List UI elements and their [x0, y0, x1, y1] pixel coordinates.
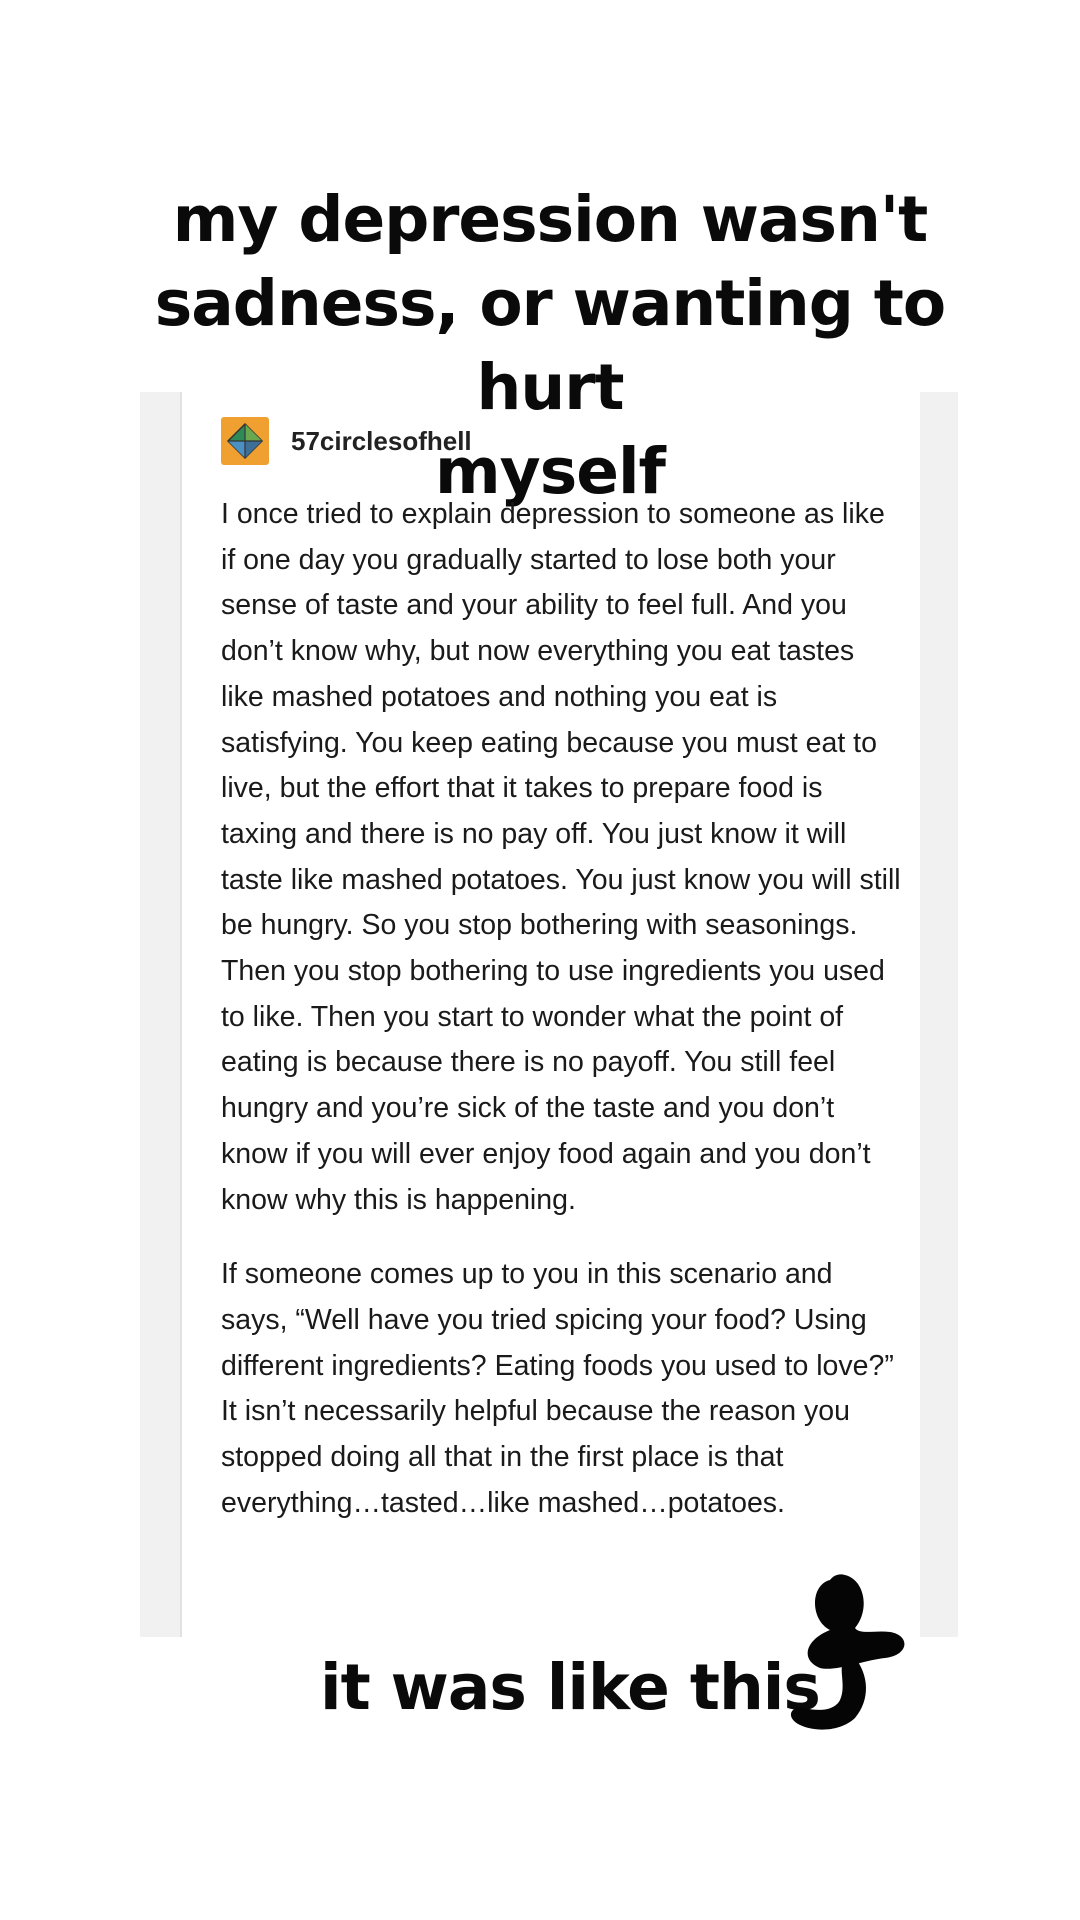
hand-drawn-arrow-icon: [790, 1574, 905, 1730]
headline-line-1: my depression wasn't: [172, 183, 929, 256]
post-body: I once tried to explain depression to so…: [221, 492, 901, 1526]
headline-line-2: sadness, or wanting to hurt: [154, 267, 946, 424]
diamond-avatar-icon[interactable]: [221, 417, 269, 465]
meme-caption: it was like this: [320, 1651, 821, 1724]
post-paragraph-1: I once tried to explain depression to so…: [221, 498, 901, 1216]
post-username[interactable]: 57circlesofhell: [291, 426, 472, 457]
post-header: 57circlesofhell: [221, 417, 472, 465]
post-paragraph-2: If someone comes up to you in this scena…: [221, 1258, 894, 1519]
